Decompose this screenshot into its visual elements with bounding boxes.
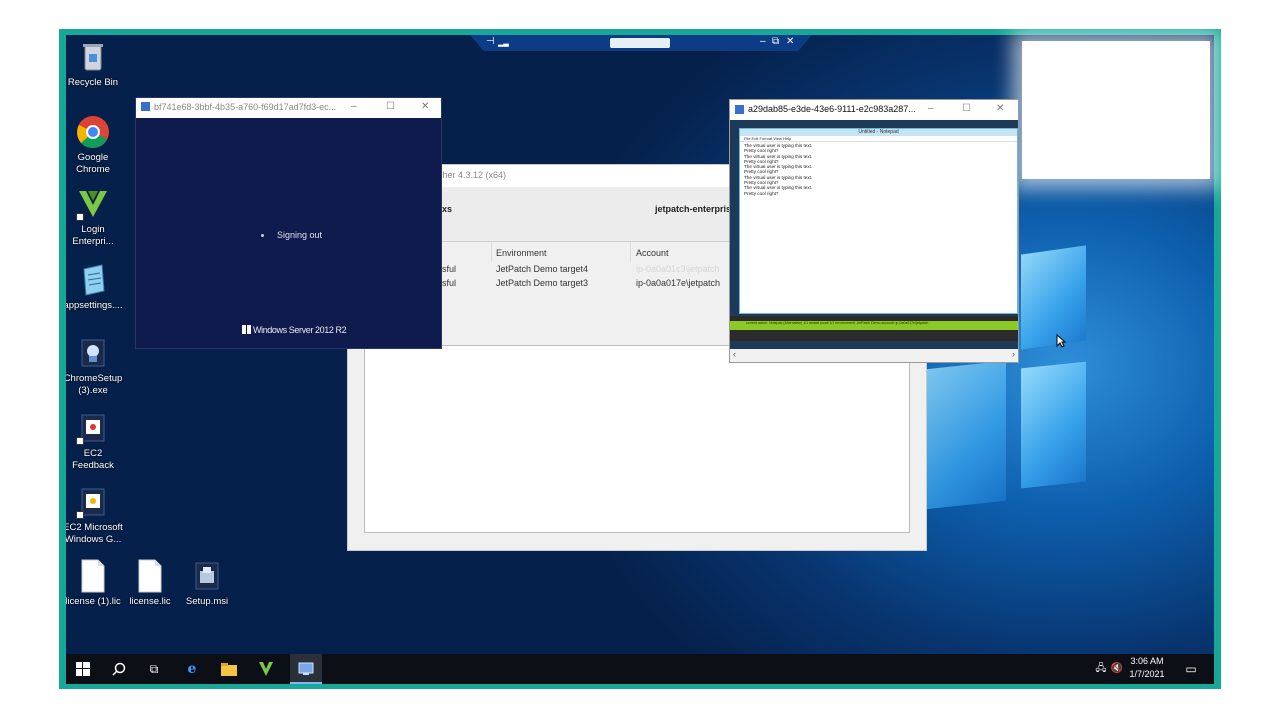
desktop-icon-license-1[interactable]: license (1).lic bbox=[66, 559, 123, 608]
column-divider bbox=[630, 242, 631, 262]
mouse-cursor-icon bbox=[1056, 334, 1066, 348]
signout-message: Signing out bbox=[277, 230, 323, 240]
horizontal-scrollbar[interactable]: ‹ › bbox=[730, 349, 1018, 362]
notifications-icon[interactable]: ▭ bbox=[1182, 660, 1200, 678]
loginvsi-taskbar-icon[interactable] bbox=[257, 660, 275, 678]
desktop-icon-setup-msi[interactable]: Setup.msi bbox=[177, 559, 237, 608]
recycle-bin-icon bbox=[76, 40, 110, 74]
close-icon[interactable]: ✕ bbox=[421, 101, 429, 112]
launcher-header-right: jetpatch-enterpris bbox=[655, 204, 732, 214]
close-icon[interactable]: ✕ bbox=[996, 103, 1004, 114]
signout-rdp-window[interactable]: bf741e68-3bbf-4b35-a760-f69d17ad7fd3-ec.… bbox=[135, 97, 442, 349]
shortcut-arrow-icon bbox=[76, 437, 84, 445]
restore-icon[interactable]: ⧉ bbox=[772, 36, 779, 47]
close-icon[interactable]: ✕ bbox=[786, 36, 794, 47]
rdp-bar-title bbox=[610, 38, 670, 48]
launcher-content-panel bbox=[364, 345, 910, 533]
rdp-taskbar-button[interactable] bbox=[290, 654, 322, 684]
desktop-icon-google-chrome[interactable]: Google Chrome bbox=[66, 115, 123, 176]
shortcut-arrow-icon bbox=[76, 511, 84, 519]
notepad-file-icon bbox=[76, 263, 110, 297]
desktop-icon-appsettings[interactable]: appsettings.... bbox=[66, 263, 123, 312]
ec2-guide-icon bbox=[76, 485, 110, 519]
launcher-header-left: xs bbox=[442, 204, 453, 214]
wallpaper-pane bbox=[926, 360, 1006, 510]
ec2-feedback-icon bbox=[76, 411, 110, 445]
minimize-icon[interactable]: – bbox=[351, 101, 357, 112]
rdp-connection-bar[interactable]: ⊣ ▂▃ – ⧉ ✕ bbox=[470, 35, 812, 51]
wallpaper-pane bbox=[1021, 245, 1086, 350]
notepad-rdp-titlebar[interactable]: a29dab85-e3de-43e6-9111-e2c983a287... – … bbox=[730, 100, 1018, 120]
start-button[interactable] bbox=[74, 660, 92, 678]
rdp-app-icon bbox=[141, 102, 150, 111]
desktop-icon-recycle-bin[interactable]: Recycle Bin bbox=[66, 40, 123, 89]
file-icon bbox=[133, 559, 167, 593]
scroll-right-icon[interactable]: › bbox=[1012, 349, 1015, 359]
taskbar-clock[interactable]: 3:06 AM 1/7/2021 bbox=[1122, 655, 1172, 681]
column-header-account[interactable]: Account bbox=[636, 248, 669, 258]
desktop-icon-login-enterprise[interactable]: Login Enterpri... bbox=[66, 187, 123, 248]
rdp-app-icon bbox=[735, 105, 744, 114]
notepad-title: Untitled - Notepad bbox=[740, 129, 1017, 136]
redacted-area bbox=[1022, 41, 1210, 179]
maximize-icon[interactable]: ☐ bbox=[962, 103, 971, 114]
loginvsi-icon bbox=[76, 187, 110, 221]
chrome-icon bbox=[76, 115, 110, 149]
notepad-rdp-window[interactable]: a29dab85-e3de-43e6-9111-e2c983a287... – … bbox=[729, 99, 1019, 363]
pin-icon[interactable]: ⊣ bbox=[486, 36, 495, 47]
taskbar[interactable]: ⧉ e 🖧 🔇 ▭ bbox=[66, 654, 1214, 684]
desktop-icon-ec2-windows-guide[interactable]: EC2 Microsoft Windows G... bbox=[66, 485, 123, 546]
task-view-icon[interactable]: ⧉ bbox=[145, 660, 163, 678]
spinner-icon bbox=[261, 234, 264, 237]
remote-desktop-view[interactable]: Untitled - Notepad File Edit Format View… bbox=[730, 120, 1018, 350]
file-explorer-icon[interactable] bbox=[220, 660, 238, 678]
minimize-icon[interactable]: – bbox=[760, 36, 766, 47]
maximize-icon[interactable]: ☐ bbox=[386, 101, 395, 112]
minimize-icon[interactable]: – bbox=[928, 103, 934, 114]
msi-icon bbox=[190, 559, 224, 593]
scroll-left-icon[interactable]: ‹ bbox=[733, 349, 736, 359]
search-icon[interactable] bbox=[110, 660, 128, 678]
column-header-environment[interactable]: Environment bbox=[496, 248, 547, 258]
internet-explorer-icon[interactable]: e bbox=[183, 660, 201, 678]
signal-icon: ▂▃ bbox=[498, 40, 509, 47]
desktop-icon-ec2-feedback[interactable]: EC2 Feedback bbox=[66, 411, 123, 472]
shortcut-arrow-icon bbox=[76, 213, 84, 221]
windows-server-brand: Windows Server 2012 R2 bbox=[242, 325, 347, 335]
signout-titlebar[interactable]: bf741e68-3bbf-4b35-a760-f69d17ad7fd3-ec.… bbox=[136, 98, 441, 118]
notepad-text-area[interactable]: The virtual user is typing this text. Pr… bbox=[740, 142, 1017, 197]
desktop-icon-license[interactable]: license.lic bbox=[120, 559, 180, 608]
session-status-bar: current action: Notepad (Alternative) 1/… bbox=[730, 321, 1018, 330]
notepad-window[interactable]: Untitled - Notepad File Edit Format View… bbox=[739, 128, 1018, 314]
column-divider bbox=[491, 242, 492, 262]
clock-time: 3:06 AM bbox=[1130, 656, 1164, 666]
wallpaper-pane bbox=[1021, 361, 1086, 489]
clock-date: 1/7/2021 bbox=[1129, 669, 1165, 679]
installer-icon bbox=[76, 336, 110, 370]
windows-logo-icon bbox=[76, 662, 90, 676]
file-icon bbox=[76, 559, 110, 593]
desktop-icon-chromesetup[interactable]: ChromeSetup (3).exe bbox=[66, 336, 123, 397]
windows-logo-icon bbox=[242, 325, 251, 334]
